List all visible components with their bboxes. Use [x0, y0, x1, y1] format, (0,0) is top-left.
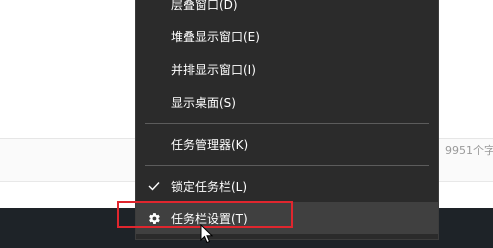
menu-item-label: 并排显示窗口(I)	[171, 62, 256, 77]
menu-separator	[145, 165, 429, 166]
menu-item-stack-windows[interactable]: 堆叠显示窗口(E)	[136, 20, 438, 52]
menu-item-label: 层叠窗口(D)	[171, 0, 238, 12]
menu-item-label: 任务管理器(K)	[171, 137, 249, 152]
taskbar-context-menu: 层叠窗口(D) 堆叠显示窗口(E) 并排显示窗口(I) 显示桌面(S) 任务管理…	[135, 0, 439, 240]
checkmark-icon	[147, 179, 161, 193]
menu-separator	[145, 123, 429, 124]
gear-icon	[147, 211, 161, 225]
menu-item-label: 堆叠显示窗口(E)	[171, 29, 260, 44]
menu-item-lock-taskbar[interactable]: 锁定任务栏(L)	[136, 170, 438, 202]
word-count-label: 9951个字	[445, 144, 493, 157]
menu-item-cascade-windows[interactable]: 层叠窗口(D)	[136, 0, 438, 20]
menu-item-side-by-side-windows[interactable]: 并排显示窗口(I)	[136, 53, 438, 85]
mouse-cursor-icon	[200, 223, 214, 244]
menu-item-taskbar-settings[interactable]: 任务栏设置(T)	[136, 202, 438, 234]
menu-item-label: 显示桌面(S)	[171, 95, 236, 110]
menu-item-task-manager[interactable]: 任务管理器(K)	[136, 128, 438, 160]
menu-item-show-desktop[interactable]: 显示桌面(S)	[136, 86, 438, 118]
menu-item-label: 锁定任务栏(L)	[171, 179, 248, 194]
